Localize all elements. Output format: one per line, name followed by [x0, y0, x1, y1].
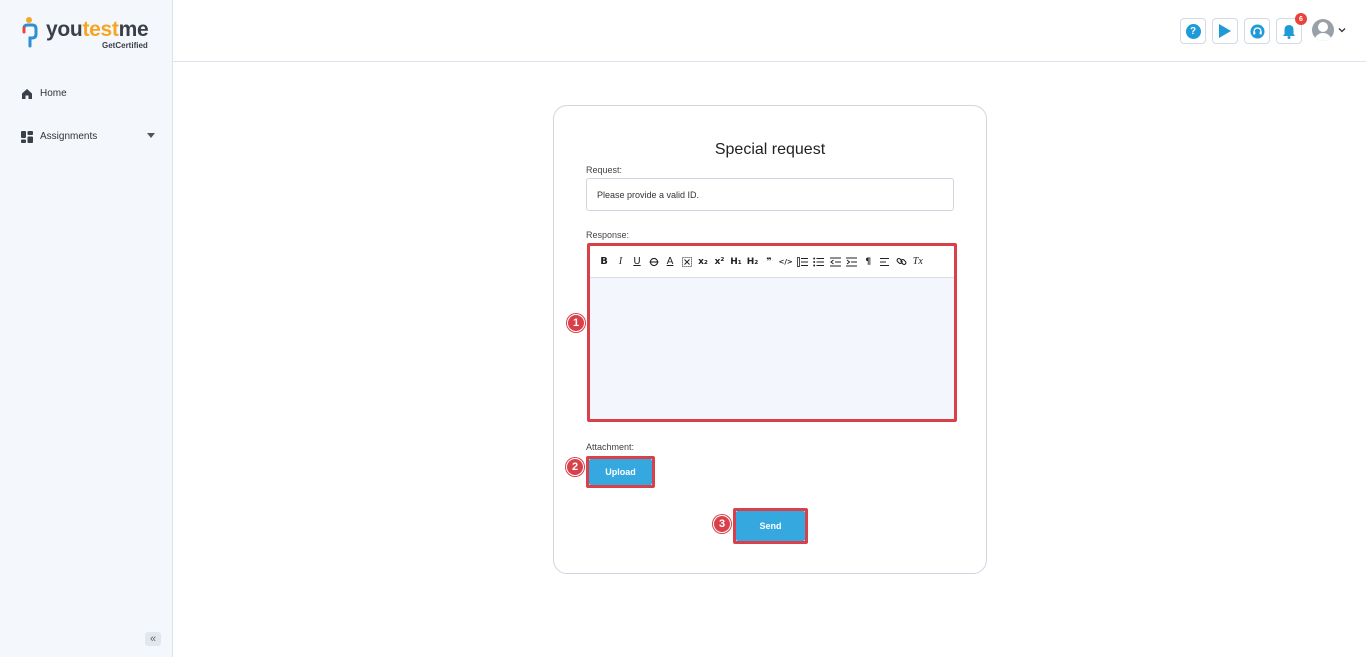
response-editor[interactable]: B I U A x₂ x² H₁ H₂ ❞ </> ¶ Tx [587, 243, 957, 422]
upload-highlight: Upload [586, 456, 655, 488]
request-field[interactable] [586, 178, 954, 211]
dashboard-icon [20, 130, 33, 143]
outdent-button[interactable] [827, 254, 843, 270]
response-label: Response: [586, 230, 630, 240]
request-label: Request: [586, 165, 623, 175]
code-block-button[interactable]: </> [778, 254, 794, 270]
editor-toolbar: B I U A x₂ x² H₁ H₂ ❞ </> ¶ Tx [590, 246, 954, 278]
link-button[interactable] [893, 254, 909, 270]
support-button[interactable] [1244, 18, 1270, 44]
step-marker-1: 1 [567, 314, 585, 332]
blockquote-button[interactable]: ❞ [761, 254, 777, 270]
superscript-button[interactable]: x² [712, 254, 728, 270]
step-marker-3: 3 [713, 515, 731, 533]
attachment-label: Attachment: [586, 442, 635, 452]
clear-formatting-button[interactable]: Tx [910, 254, 926, 270]
help-button[interactable]: ? [1180, 18, 1206, 44]
sidebar-item-label: Home [40, 88, 67, 99]
step-marker-2: 2 [566, 458, 584, 476]
sidebar-item-label: Assignments [40, 131, 98, 142]
bell-icon [1283, 24, 1295, 39]
notification-badge: 6 [1295, 13, 1307, 25]
logo[interactable]: youtestme GetCertified [22, 16, 162, 52]
collapse-sidebar-button[interactable]: « [145, 632, 161, 646]
text-color-button[interactable]: A [662, 254, 678, 270]
sidebar-item-assignments[interactable]: Assignments [20, 130, 155, 143]
send-button[interactable]: Send [736, 511, 805, 541]
question-icon: ? [1185, 23, 1201, 39]
underline-button[interactable]: U [629, 254, 645, 270]
outdent-icon [829, 257, 841, 266]
headset-icon [1250, 24, 1264, 38]
sidebar: youtestme GetCertified Home Assignments … [0, 0, 173, 657]
notifications-button[interactable]: 6 [1276, 13, 1307, 44]
link-icon [896, 257, 907, 266]
page-title: Special request [714, 141, 826, 158]
italic-button[interactable]: I [613, 254, 629, 270]
subscript-button[interactable]: x₂ [695, 254, 711, 270]
upload-button[interactable]: Upload [589, 459, 652, 485]
text-direction-button[interactable]: ¶ [860, 254, 876, 270]
sidebar-item-home[interactable]: Home [20, 87, 67, 100]
home-icon [20, 87, 33, 100]
bullet-list-icon [813, 257, 825, 266]
indent-icon [846, 257, 858, 266]
heading-2-button[interactable]: H₂ [745, 254, 761, 270]
bullet-list-button[interactable] [811, 254, 827, 270]
highlight-icon [681, 256, 692, 267]
align-button[interactable] [877, 254, 893, 270]
play-icon [1219, 24, 1231, 38]
play-button[interactable] [1212, 18, 1238, 44]
ordered-list-button[interactable] [794, 254, 810, 270]
chevron-down-icon[interactable] [1338, 26, 1346, 34]
heading-1-button[interactable]: H₁ [728, 254, 744, 270]
logo-tagline: GetCertified [102, 41, 148, 50]
strikethrough-icon [649, 257, 658, 266]
align-left-icon [879, 257, 889, 266]
top-header: ? 6 [173, 0, 1366, 62]
send-highlight: Send [733, 508, 808, 544]
chevron-down-icon [147, 133, 155, 138]
background-color-button[interactable] [679, 254, 695, 270]
special-request-card: Special request Request: Response: B I U… [553, 105, 987, 574]
strikethrough-button[interactable] [646, 254, 662, 270]
bold-button[interactable]: B [596, 254, 612, 270]
ordered-list-icon [796, 256, 808, 267]
logo-wordmark: youtestme [46, 18, 149, 41]
logo-mark-icon [22, 17, 38, 48]
avatar[interactable] [1312, 19, 1334, 41]
response-textarea[interactable] [590, 278, 954, 419]
indent-button[interactable] [844, 254, 860, 270]
